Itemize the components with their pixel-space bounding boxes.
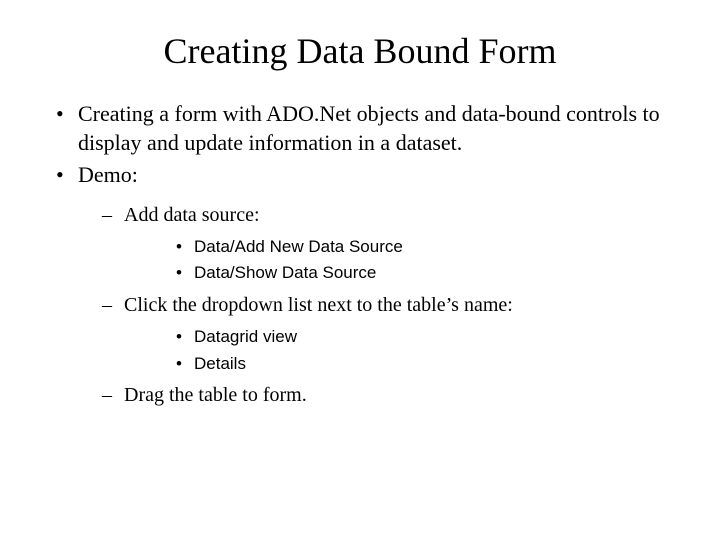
bullet-item: Click the dropdown list next to the tabl… — [78, 292, 670, 376]
bullet-item: Add data source: Data/Add New Data Sourc… — [78, 202, 670, 286]
bullet-list-level1: Creating a form with ADO.Net objects and… — [50, 100, 670, 409]
bullet-item: Creating a form with ADO.Net objects and… — [50, 100, 670, 157]
bullet-item: Data/Add New Data Source — [124, 235, 670, 260]
bullet-list-level3: Data/Add New Data Source Data/Show Data … — [124, 235, 670, 286]
bullet-list-level2: Add data source: Data/Add New Data Sourc… — [78, 202, 670, 410]
bullet-item: Details — [124, 352, 670, 377]
bullet-list-level3: Datagrid view Details — [124, 325, 670, 376]
bullet-text: Demo: — [78, 162, 138, 187]
slide-title: Creating Data Bound Form — [50, 30, 670, 72]
bullet-item: Demo: Add data source: Data/Add New Data… — [50, 161, 670, 409]
bullet-item: Drag the table to form. — [78, 382, 670, 409]
bullet-item: Datagrid view — [124, 325, 670, 350]
bullet-text: Add data source: — [124, 204, 260, 226]
bullet-text: Click the dropdown list next to the tabl… — [124, 294, 513, 316]
bullet-item: Data/Show Data Source — [124, 261, 670, 286]
